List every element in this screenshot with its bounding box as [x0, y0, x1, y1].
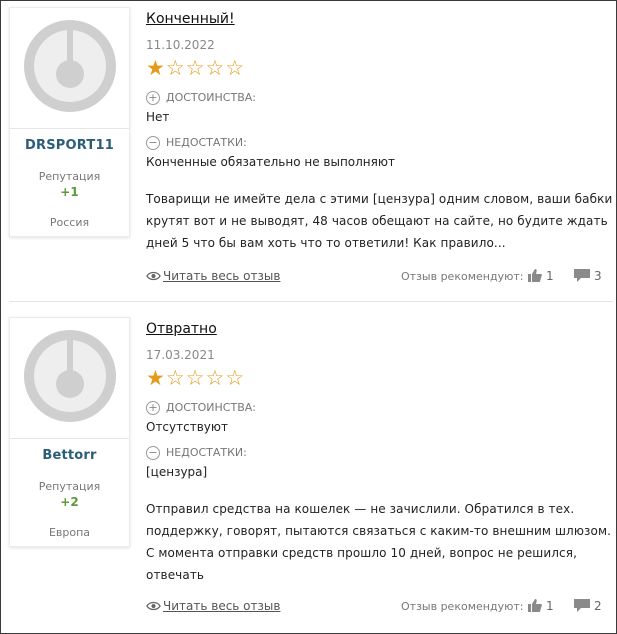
like-count: 1 [546, 599, 554, 613]
cons-heading: − НЕДОСТАТКИ: [146, 446, 247, 460]
user-location: Европа [48, 526, 91, 539]
star-filled-icon: ★ [146, 56, 165, 80]
reputation-value: +1 [60, 185, 79, 199]
recommend-label: Отзыв рекомендуют: [401, 270, 524, 283]
review-title[interactable]: Конченный! [146, 11, 235, 27]
reviews-panel: DRSPORT11 Репутация +1 Россия Конченный!… [0, 0, 617, 634]
pros-label: ДОСТОИНСТВА: [166, 401, 256, 414]
cons-label: НЕДОСТАТКИ: [166, 136, 247, 149]
card-divider [10, 128, 129, 129]
recommend-label: Отзыв рекомендуют: [401, 600, 524, 613]
reputation-label: Репутация [38, 170, 101, 183]
star-empty-icon: ☆ [225, 56, 245, 80]
star-empty-icon: ☆ [185, 366, 205, 390]
review-card: DRSPORT11 Репутация +1 Россия Конченный!… [1, 1, 616, 301]
review-footer: Читать весь отзыв Отзыв рекомендуют: 1 2 [146, 599, 606, 617]
eye-icon [146, 601, 161, 611]
cons-text: Конченные обязательно не выполняют [146, 155, 395, 169]
comments-button[interactable]: 3 [574, 269, 602, 283]
minus-circle-icon: − [146, 136, 160, 150]
pros-text: Отсутствуют [146, 420, 228, 434]
review-footer: Читать весь отзыв Отзыв рекомендуют: 1 3 [146, 269, 606, 287]
star-empty-icon: ☆ [185, 56, 205, 80]
review-divider [9, 301, 613, 302]
cons-heading: − НЕДОСТАТКИ: [146, 136, 247, 150]
username[interactable]: DRSPORT11 [10, 138, 129, 153]
user-card: Bettorr Репутация +2 Европа [9, 317, 130, 547]
username[interactable]: Bettorr [10, 448, 129, 463]
comment-icon [574, 599, 590, 612]
rating-stars: ★☆☆☆☆ [146, 367, 245, 389]
comments-button[interactable]: 2 [574, 599, 602, 613]
pros-text: Нет [146, 110, 170, 124]
avatar-dot [56, 60, 84, 88]
user-location: Россия [49, 216, 90, 229]
comment-count: 2 [594, 599, 602, 613]
card-divider [10, 438, 129, 439]
review-card: Bettorr Репутация +2 Европа Отвратно 17.… [1, 311, 616, 633]
like-button[interactable]: 1 [528, 269, 554, 283]
thumbs-up-icon [528, 269, 542, 282]
eye-icon [146, 271, 161, 281]
review-date: 17.03.2021 [146, 348, 215, 362]
star-empty-icon: ☆ [205, 366, 225, 390]
avatar[interactable] [24, 330, 116, 422]
read-full-label: Читать весь отзыв [163, 269, 281, 283]
read-full-review-link[interactable]: Читать весь отзыв [146, 599, 280, 613]
plus-circle-icon: + [146, 91, 160, 105]
minus-circle-icon: − [146, 446, 160, 460]
cons-text: [цензура] [146, 465, 208, 479]
read-full-review-link[interactable]: Читать весь отзыв [146, 269, 280, 283]
rating-stars: ★☆☆☆☆ [146, 57, 245, 79]
like-button[interactable]: 1 [528, 599, 554, 613]
review-title[interactable]: Отвратно [146, 321, 217, 337]
star-filled-icon: ★ [146, 366, 165, 390]
review-date: 11.10.2022 [146, 38, 215, 52]
reputation-label: Репутация [38, 480, 101, 493]
review-body: Отправил средства на кошелек — не зачисл… [146, 502, 612, 582]
avatar-dot [56, 370, 84, 398]
pros-heading: + ДОСТОИНСТВА: [146, 401, 256, 415]
review-body: Товарищи не имейте дела с этими [цензура… [146, 192, 613, 250]
star-empty-icon: ☆ [205, 56, 225, 80]
reputation-value: +2 [60, 495, 79, 509]
pros-label: ДОСТОИНСТВА: [166, 91, 256, 104]
user-card: DRSPORT11 Репутация +1 Россия [9, 7, 130, 237]
star-empty-icon: ☆ [165, 56, 185, 80]
read-full-label: Читать весь отзыв [163, 599, 281, 613]
plus-circle-icon: + [146, 401, 160, 415]
star-empty-icon: ☆ [225, 366, 245, 390]
avatar[interactable] [24, 20, 116, 112]
pros-heading: + ДОСТОИНСТВА: [146, 91, 256, 105]
thumbs-up-icon [528, 599, 542, 612]
cons-label: НЕДОСТАТКИ: [166, 446, 247, 459]
star-empty-icon: ☆ [165, 366, 185, 390]
like-count: 1 [546, 269, 554, 283]
comment-count: 3 [594, 269, 602, 283]
comment-icon [574, 269, 590, 282]
